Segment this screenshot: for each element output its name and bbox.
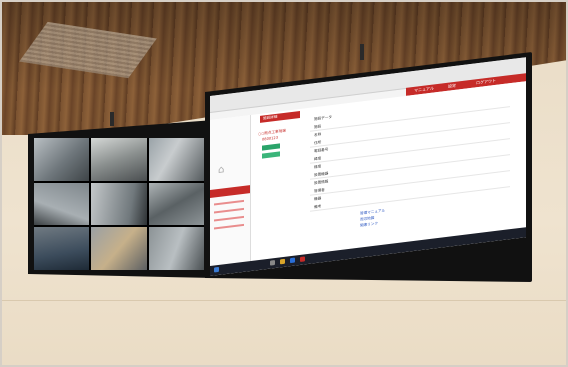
camera-feed xyxy=(148,138,204,181)
sidebar-item[interactable] xyxy=(214,199,244,206)
camera-feed xyxy=(91,182,147,226)
camera-feed xyxy=(34,138,90,181)
sidebar xyxy=(210,114,251,266)
right-monitor: マニュアル 設定 ログアウト ⌂ 施設詳細 ○○拠点工事現場 0800123 施… xyxy=(205,52,532,282)
sidebar-item[interactable] xyxy=(214,215,244,222)
taskbar-app-icon[interactable] xyxy=(270,260,275,266)
start-icon[interactable] xyxy=(214,266,219,273)
document-icon: ⌂ xyxy=(218,164,225,177)
left-monitor xyxy=(28,120,214,278)
camera-feed xyxy=(91,227,147,270)
wall-edge xyxy=(0,300,568,301)
sidebar-item[interactable] xyxy=(214,223,244,230)
camera-feed xyxy=(148,182,204,226)
sidebar-item[interactable] xyxy=(214,207,244,214)
camera-feed xyxy=(91,138,147,181)
header-tab[interactable]: 設定 xyxy=(448,83,456,90)
mount-bracket-right xyxy=(360,44,364,60)
browser-icon[interactable] xyxy=(290,257,295,264)
sidebar-active-item[interactable] xyxy=(210,185,250,198)
mount-bracket-left xyxy=(110,112,114,126)
folder-icon[interactable] xyxy=(280,258,285,265)
facility-app-screen: マニュアル 設定 ログアウト ⌂ 施設詳細 ○○拠点工事現場 0800123 施… xyxy=(210,57,526,277)
app-icon[interactable] xyxy=(300,256,305,262)
cctv-grid xyxy=(34,138,204,270)
camera-feed xyxy=(34,182,90,226)
photo-scene: マニュアル 設定 ログアウト ⌂ 施設詳細 ○○拠点工事現場 0800123 施… xyxy=(0,0,568,367)
camera-feed xyxy=(34,227,90,270)
camera-feed xyxy=(148,227,204,270)
